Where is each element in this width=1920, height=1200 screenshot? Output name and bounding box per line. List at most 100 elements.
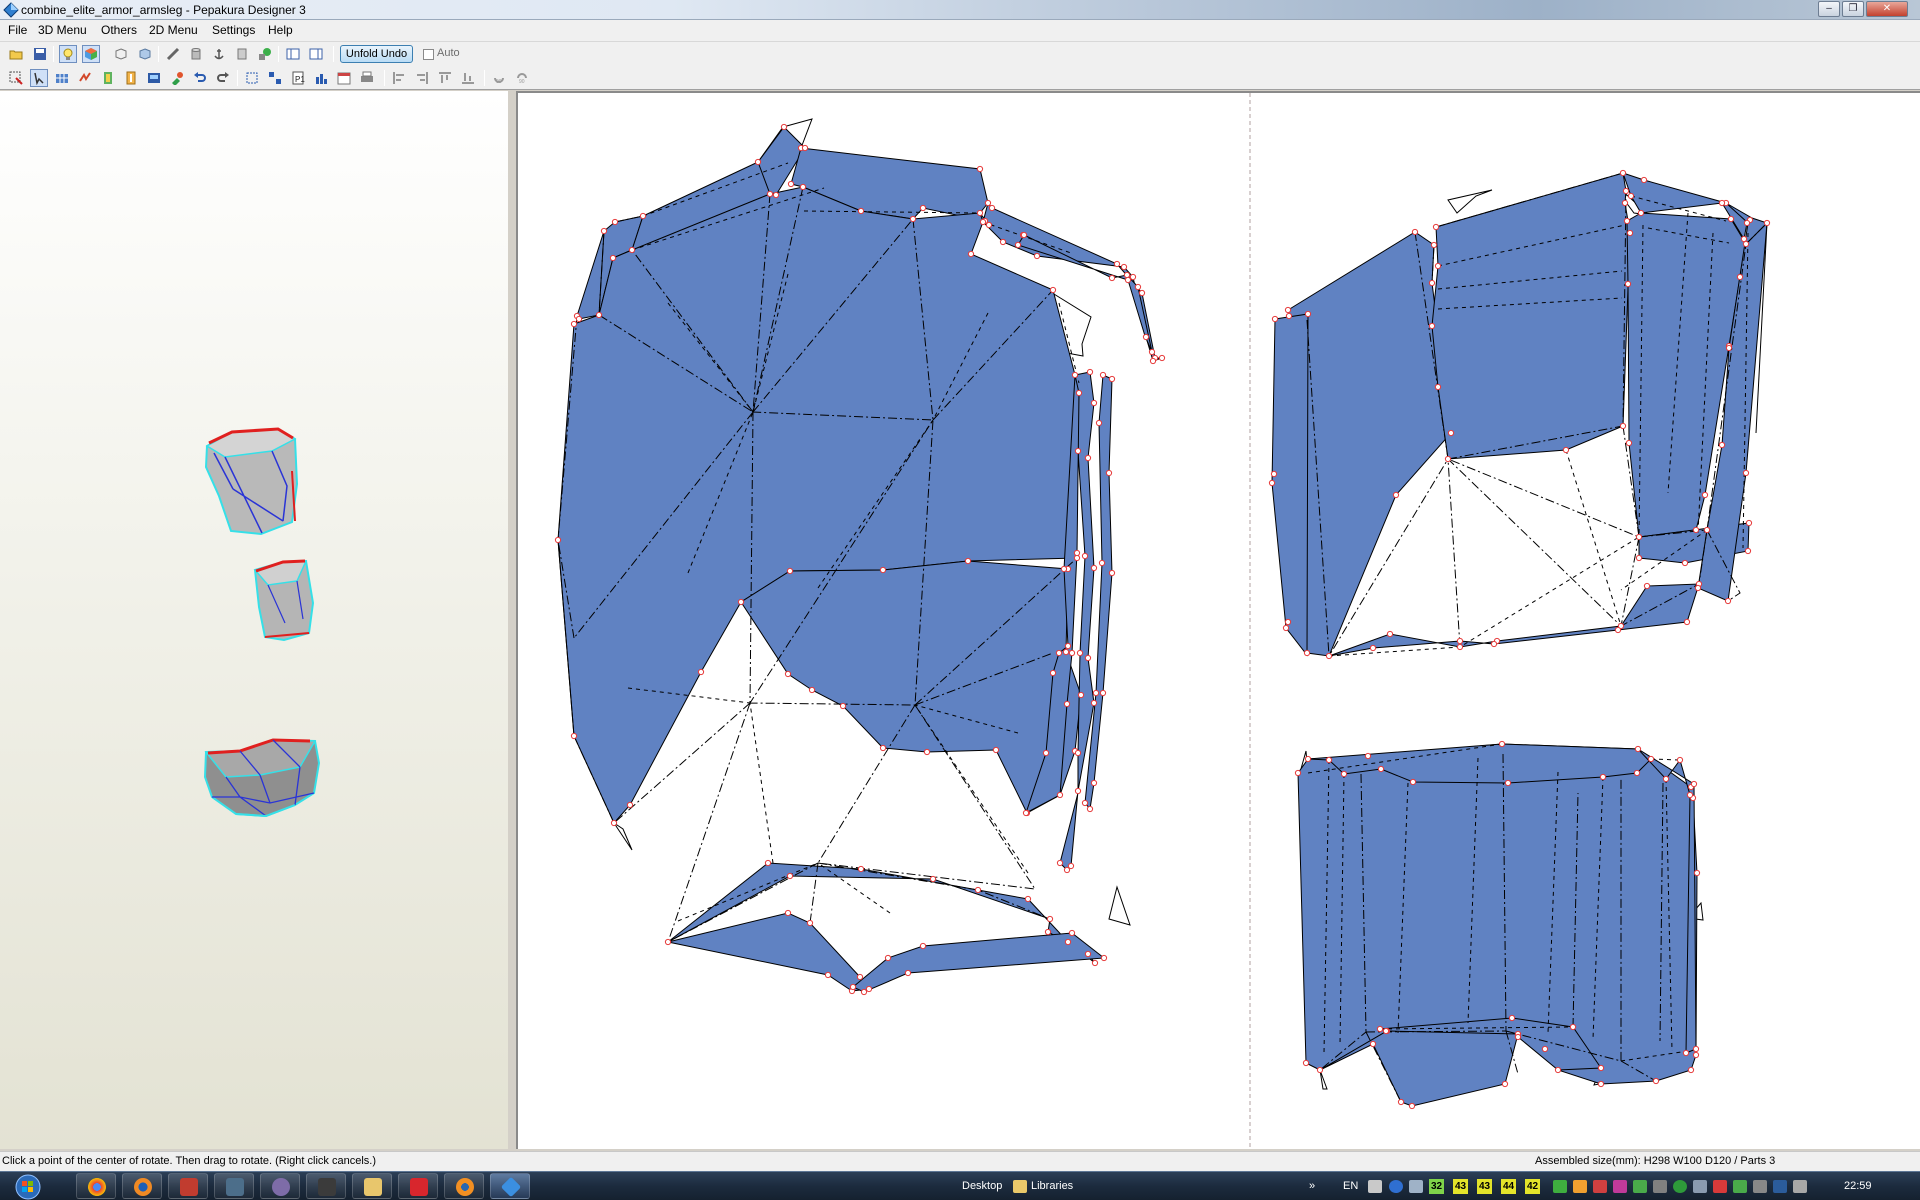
fit-page-icon[interactable] — [243, 69, 261, 87]
vertex-marker — [1268, 479, 1276, 487]
help-icon[interactable] — [1389, 1180, 1403, 1193]
rotate-tool-icon[interactable] — [30, 69, 48, 87]
align-top-icon[interactable] — [436, 69, 454, 87]
taskbar-firefox[interactable] — [122, 1173, 162, 1199]
close-button[interactable]: ✕ — [1866, 1, 1908, 17]
taskbar-app-8[interactable] — [398, 1173, 438, 1199]
print-icon[interactable] — [358, 69, 376, 87]
minimize-button[interactable]: – — [1818, 1, 1840, 17]
tray-temp-3[interactable]: 43 — [1477, 1179, 1493, 1194]
save-icon[interactable] — [31, 45, 49, 63]
redo-icon[interactable] — [214, 69, 232, 87]
2d-pattern-canvas[interactable] — [518, 93, 1920, 1149]
edge-id-icon[interactable] — [122, 69, 140, 87]
volume-icon[interactable] — [1793, 1180, 1807, 1193]
image-icon[interactable] — [145, 69, 163, 87]
unfolded-part-3[interactable] — [1297, 743, 1704, 1107]
align-right-icon[interactable] — [413, 69, 431, 87]
tray-app-icon-3[interactable] — [1593, 1180, 1607, 1193]
join-edges-icon[interactable] — [76, 69, 94, 87]
split-view-icon[interactable] — [307, 45, 325, 63]
clock[interactable]: 22:59 — [1844, 1180, 1872, 1192]
3d-part-lower[interactable] — [203, 738, 321, 818]
cylinder-icon[interactable] — [187, 45, 205, 63]
start-button-icon[interactable] — [6, 1173, 46, 1200]
3d-model-canvas[interactable] — [0, 91, 508, 1149]
tray-expand-icon[interactable]: » — [1309, 1180, 1315, 1192]
tray-temp-2[interactable]: 43 — [1453, 1179, 1469, 1194]
rotate-cw-90-icon[interactable]: 90 — [513, 69, 531, 87]
rotate-ccw-90-icon[interactable]: 90 — [490, 69, 508, 87]
undo-icon[interactable] — [191, 69, 209, 87]
taskbar-pepakura[interactable] — [490, 1173, 530, 1199]
tray-app-icon-5[interactable] — [1633, 1180, 1647, 1193]
restore-button[interactable]: ❐ — [1842, 1, 1864, 17]
light-bulb-icon[interactable] — [59, 45, 77, 63]
3d-view-panel[interactable] — [0, 91, 512, 1149]
taskbar-app-4[interactable] — [214, 1173, 254, 1199]
unfold-undo-button[interactable]: Unfold Undo — [340, 45, 413, 63]
language-indicator[interactable]: EN — [1343, 1180, 1358, 1192]
taskbar-app-3[interactable] — [168, 1173, 208, 1199]
taskbar-app-5[interactable] — [260, 1173, 300, 1199]
align-bottom-icon[interactable] — [459, 69, 477, 87]
tray-temp-5[interactable]: 42 — [1525, 1179, 1541, 1194]
calendar-icon[interactable] — [335, 69, 353, 87]
desktop-toolbar[interactable]: Desktop — [962, 1180, 1002, 1192]
texture-cube-icon[interactable] — [82, 45, 100, 63]
taskbar-explorer[interactable] — [352, 1173, 392, 1199]
pencil-icon[interactable] — [164, 45, 182, 63]
tray-app-icon-7[interactable] — [1693, 1180, 1707, 1193]
menu-2d[interactable]: 2D Menu — [149, 23, 198, 37]
tray-app-icon-1[interactable] — [1553, 1180, 1567, 1193]
pepakura-app-icon[interactable] — [3, 2, 19, 18]
open-file-icon[interactable] — [7, 45, 25, 63]
tray-app-icon-8[interactable] — [1713, 1180, 1727, 1193]
menu-3d[interactable]: 3D Menu — [38, 23, 87, 37]
vertex-marker — [1397, 1098, 1405, 1106]
tray-app-icon-2[interactable] — [1573, 1180, 1587, 1193]
single-view-icon[interactable] — [284, 45, 302, 63]
paint-icon[interactable] — [168, 69, 186, 87]
taskbar-blender[interactable] — [444, 1173, 484, 1199]
page-number-icon[interactable]: P1 — [289, 69, 307, 87]
menu-help[interactable]: Help — [268, 23, 293, 37]
menu-others[interactable]: Others — [101, 23, 137, 37]
tray-misc-icon[interactable] — [1409, 1180, 1423, 1193]
layout-icon[interactable] — [266, 69, 284, 87]
select-tool-icon[interactable] — [7, 69, 25, 87]
cube-wire-icon[interactable] — [112, 45, 130, 63]
steam-icon[interactable] — [1773, 1180, 1787, 1193]
3d-part-middle[interactable] — [253, 559, 315, 642]
tray-app-icon-4[interactable] — [1613, 1180, 1627, 1193]
menu-settings[interactable]: Settings — [212, 23, 255, 37]
keyboard-icon[interactable] — [1368, 1180, 1382, 1193]
cube-shade-icon[interactable] — [136, 45, 154, 63]
tray-temp-4[interactable]: 44 — [1501, 1179, 1517, 1194]
taskbar-app-6[interactable] — [306, 1173, 346, 1199]
unfolded-part-1[interactable] — [557, 118, 1163, 993]
network-icon[interactable] — [1653, 1180, 1667, 1193]
tray-app-icon-9[interactable] — [1733, 1180, 1747, 1193]
tray-app-icon-10[interactable] — [1753, 1180, 1767, 1193]
taskbar-chrome[interactable] — [76, 1173, 116, 1199]
vertex-marker — [1086, 368, 1094, 376]
align-left-icon[interactable] — [390, 69, 408, 87]
part-icon[interactable] — [233, 45, 251, 63]
anchor-icon[interactable] — [210, 45, 228, 63]
flaps-icon[interactable] — [99, 69, 117, 87]
chart-icon[interactable] — [312, 69, 330, 87]
vertex-marker — [600, 227, 608, 235]
grid-icon[interactable] — [53, 69, 71, 87]
menu-file[interactable]: File — [8, 23, 27, 37]
2d-unfold-view[interactable] — [516, 91, 1920, 1149]
vertex-marker — [801, 144, 809, 152]
unfolded-part-2[interactable] — [1271, 172, 1768, 657]
tray-temp-1[interactable]: 32 — [1429, 1179, 1445, 1194]
tray-app-icon-6[interactable] — [1673, 1180, 1687, 1193]
vertex-marker — [1763, 219, 1771, 227]
libraries-toolbar[interactable]: Libraries — [1031, 1180, 1073, 1192]
3d-part-upper[interactable] — [204, 427, 299, 536]
globe-join-icon[interactable] — [256, 45, 274, 63]
auto-checkbox[interactable] — [423, 49, 434, 60]
